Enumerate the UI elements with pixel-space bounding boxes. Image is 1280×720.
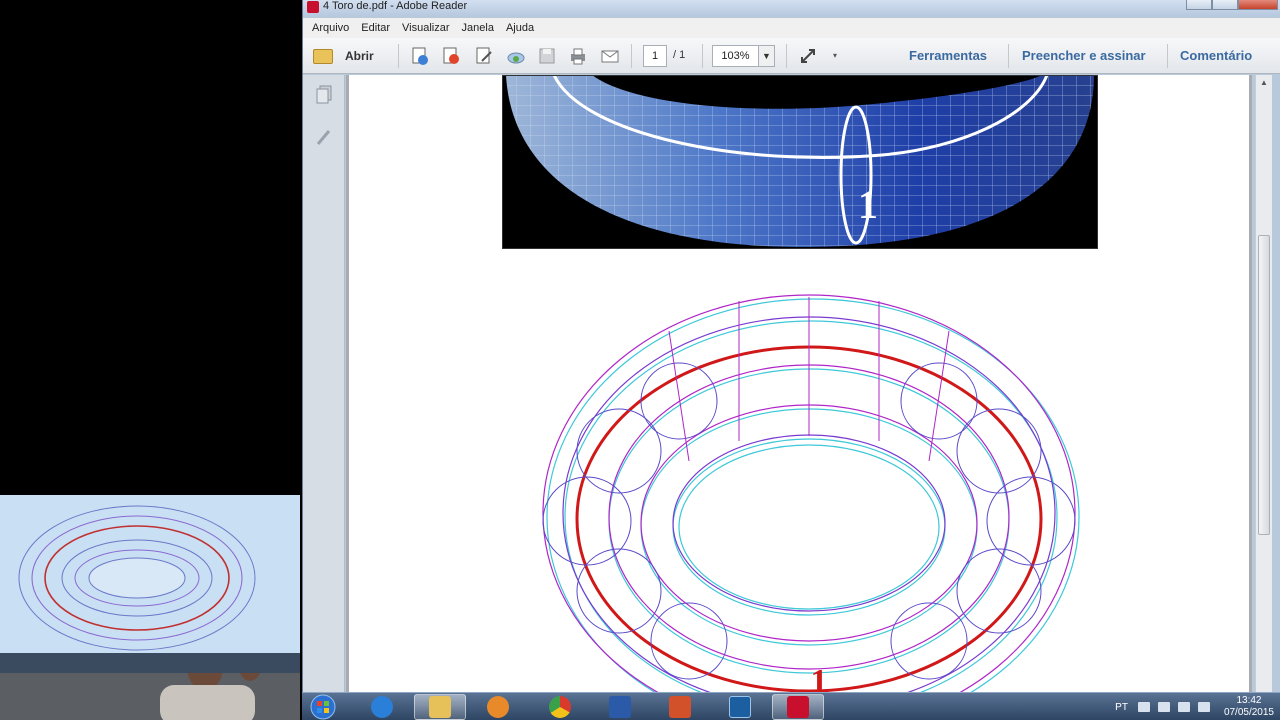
menu-ajuda[interactable]: Ajuda (500, 18, 540, 35)
figure-number-label: 1 (858, 182, 878, 227)
clock[interactable]: 13:42 07/05/2015 (1224, 695, 1274, 719)
pages-panel-button[interactable] (315, 85, 333, 105)
close-button[interactable] (1238, 0, 1278, 10)
tools-link[interactable]: Ferramentas (909, 48, 987, 63)
taskbar-powerpoint[interactable] (654, 694, 706, 720)
folder-icon (313, 48, 333, 64)
scrollbar-thumb[interactable] (1258, 235, 1270, 535)
zoom-dropdown[interactable]: ▼ (759, 45, 775, 67)
torus-render-image: 1 (502, 75, 1098, 249)
menu-editar[interactable]: Editar (355, 18, 396, 35)
windows-logo-icon (310, 694, 336, 720)
screen: 4 Toro de.pdf - Adobe Reader Arquivo Edit… (0, 0, 1280, 720)
title-bar: 4 Toro de.pdf - Adobe Reader (303, 0, 1280, 16)
menu-bar: Arquivo Editar Visualizar Janela Ajuda (303, 18, 1280, 38)
pages-icon (316, 85, 332, 104)
volume-icon[interactable] (1157, 702, 1170, 712)
taskbar-explorer[interactable] (414, 694, 466, 720)
fit-page-icon (801, 49, 815, 63)
window-title: 4 Toro de.pdf - Adobe Reader (323, 0, 468, 12)
print-button[interactable] (567, 45, 589, 67)
clock-time: 13:42 (1236, 695, 1262, 706)
taskbar-ie[interactable] (356, 694, 408, 720)
adobe-reader-window: 4 Toro de.pdf - Adobe Reader Arquivo Edit… (302, 0, 1280, 692)
presenter-video (0, 495, 300, 720)
maximize-button[interactable] (1212, 0, 1238, 10)
chrome-icon (549, 696, 571, 718)
system-tray: PT 13:42 07/05/2015 (1115, 693, 1274, 720)
open-label: Abrir (345, 49, 374, 63)
page-total: / 1 (673, 49, 686, 61)
create-pdf-button[interactable] (409, 45, 431, 67)
comment-link[interactable]: Comentário (1180, 48, 1252, 63)
print-icon (571, 48, 585, 65)
create-pdf-icon (412, 47, 428, 65)
toolbar: Abrir 1 / 1 103% ▼ ▾ Ferramentas Preench… (303, 38, 1280, 74)
start-button[interactable] (304, 694, 342, 720)
page-number-input[interactable]: 1 (643, 45, 667, 67)
word-icon (609, 696, 631, 718)
powerpoint-icon (669, 696, 691, 718)
edit-button[interactable] (473, 45, 495, 67)
vertical-scrollbar[interactable]: ▲ (1255, 75, 1272, 692)
navigation-pane (303, 75, 345, 692)
save-button[interactable] (536, 45, 558, 67)
fill-sign-link[interactable]: Preencher e assinar (1022, 48, 1146, 63)
more-tools-dropdown[interactable]: ▾ (833, 51, 837, 60)
zoom-input[interactable]: 103% (712, 45, 759, 67)
network-icon[interactable] (1137, 702, 1150, 712)
folder-icon (429, 696, 451, 718)
taskbar-app[interactable] (714, 694, 766, 720)
pdf-icon (307, 1, 319, 13)
export-button[interactable] (440, 45, 462, 67)
media-player-icon (487, 696, 509, 718)
torus-wireframe-image: 1 (542, 294, 1080, 692)
taskbar-media-player[interactable] (472, 694, 524, 720)
app-icon (729, 696, 751, 718)
power-icon[interactable] (1197, 702, 1210, 712)
cloud-button[interactable] (505, 45, 527, 67)
menu-visualizar[interactable]: Visualizar (396, 18, 456, 35)
pdf-page: 1 1 (349, 75, 1249, 692)
scroll-up-arrow[interactable]: ▲ (1258, 77, 1270, 89)
clock-date: 07/05/2015 (1223, 707, 1274, 718)
taskbar-word[interactable] (594, 694, 646, 720)
flag-icon[interactable] (1177, 702, 1190, 712)
presenter-area (0, 673, 300, 720)
windows-taskbar: PT 13:42 07/05/2015 (302, 692, 1280, 720)
language-indicator[interactable]: PT (1115, 702, 1128, 713)
edit-icon (476, 47, 492, 64)
signature-icon (316, 130, 331, 145)
projected-taskbar (0, 653, 300, 673)
signature-panel-button[interactable] (315, 127, 333, 147)
projected-torus-thumbnail (0, 495, 300, 653)
taskbar-chrome[interactable] (534, 694, 586, 720)
ie-icon (371, 696, 393, 718)
cloud-icon (507, 52, 525, 64)
fit-page-button[interactable] (797, 45, 819, 67)
save-icon (539, 48, 555, 64)
email-button[interactable] (599, 45, 621, 67)
menu-arquivo[interactable]: Arquivo (306, 18, 355, 35)
minimize-button[interactable] (1186, 0, 1212, 10)
document-area: 1 1 (346, 75, 1252, 692)
mail-icon (601, 50, 619, 63)
adobe-reader-icon (787, 696, 809, 718)
menu-janela[interactable]: Janela (456, 18, 500, 35)
taskbar-adobe-reader[interactable] (772, 694, 824, 720)
export-icon (443, 47, 459, 64)
open-button[interactable]: Abrir (313, 45, 374, 67)
svg-text:1: 1 (811, 663, 828, 692)
